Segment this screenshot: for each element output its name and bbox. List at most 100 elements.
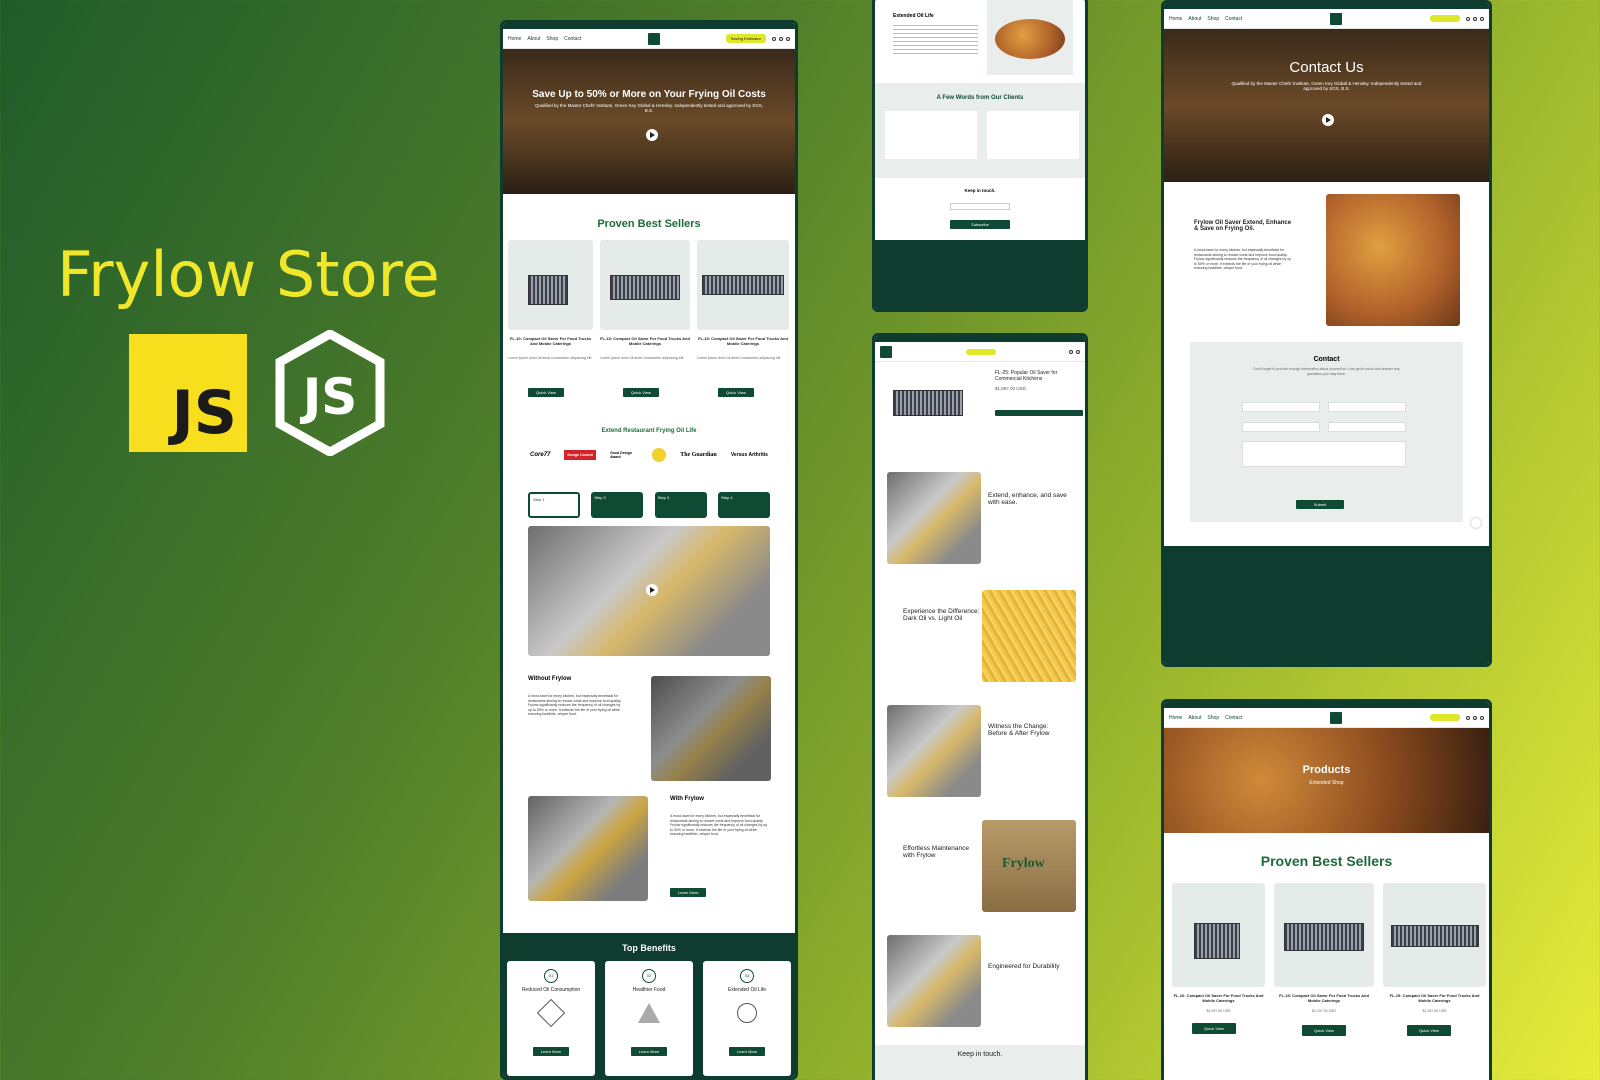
scroll-top-icon[interactable] [1471,518,1481,528]
add-to-cart-button[interactable] [995,410,1083,416]
product-price: $1,337.00 USD [1312,1009,1336,1013]
benefit-card: 01 Reduced Oil Consumption Learn More [507,961,595,1076]
section-photo [887,935,981,1027]
partner-logos: Core77 Design Council Good Design Award … [503,448,795,462]
play-icon[interactable] [1322,114,1334,126]
step-tab-1[interactable]: Step 1 [528,492,580,518]
benefit-number: 03 [740,969,754,983]
without-body: A must-have for every kitchen, but espec… [528,694,622,717]
without-title: Without Frylow [528,676,572,682]
quick-view-button[interactable]: Quick View [718,388,754,397]
quick-view-button[interactable]: Quick View [528,388,564,397]
product-name[interactable]: FL-15: Compact Oil Saver For Food Trucks… [600,336,690,346]
nav-contact[interactable]: Contact [1225,715,1242,721]
nav-home[interactable]: Home [1169,715,1182,721]
brand-logo[interactable] [647,32,660,45]
product-price: $1,397.00 USD [1422,1009,1447,1013]
about-page-preview: Extended Oil Life A Few Words from Our C… [872,0,1088,312]
triangle-icon [638,1003,660,1023]
partner-guardian: The Guardian [680,452,717,458]
keep-in-touch-title: Keep in touch. [957,1051,1003,1058]
product-name[interactable]: FL-15: Compact Oil Saver For Food Trucks… [697,336,789,346]
saving-estimator-button[interactable] [1430,15,1460,22]
saving-estimator-button[interactable] [1430,714,1460,721]
quick-view-button[interactable]: Quick View [623,388,659,397]
nav-shop[interactable]: Shop [546,36,558,42]
learn-more-button[interactable]: Learn More [728,1047,766,1056]
search-icon[interactable] [1466,16,1470,21]
frylow-box-photo: Frylow [982,820,1076,912]
product-name[interactable]: FL-15: Compact Oil Saver For Food Trucks… [1383,993,1486,1003]
brand-logo[interactable] [880,345,892,358]
box-brand-text: Frylow [1002,856,1045,871]
nav-contact[interactable]: Contact [1225,16,1242,22]
user-icon[interactable] [778,36,783,41]
cart-icon[interactable] [785,36,790,41]
intro-title: Frylow Oil Saver Extend, Enhance & Save … [1194,220,1292,232]
brand-logo[interactable] [1330,12,1343,25]
nav-shop[interactable]: Shop [1207,16,1219,22]
benefit-card: 03 Extended Oil Life Learn More [703,961,791,1076]
cart-icon[interactable] [1480,715,1484,720]
product-nav [875,342,1085,362]
nav-contact[interactable]: Contact [564,36,581,42]
learn-more-button[interactable]: Learn More [630,1047,668,1056]
partner-design-council: Design Council [564,450,596,460]
extend-title: Extend Restaurant Frying Oil Life [601,428,697,434]
nav-home[interactable]: Home [1169,16,1182,22]
products-hero-title: Products [1302,764,1351,776]
store-title: Frylow Store [57,238,440,311]
user-icon[interactable] [1473,16,1477,21]
learn-more-button[interactable]: Learn More [532,1047,570,1056]
section-title: Witness the Change: Before & After Frylo… [988,723,1050,737]
saving-estimator-button[interactable]: Saving Estimator [725,34,766,43]
saving-estimator-button[interactable] [965,348,996,355]
product-name[interactable]: FL-15: Compact Oil Saver For Food Trucks… [1274,993,1374,1003]
play-icon[interactable] [646,129,658,141]
subscribe-button[interactable]: Subscribe [950,220,1010,229]
first-name-field[interactable] [1242,402,1320,412]
clients-title: A Few Words from Our Clients [936,95,1024,101]
nav-home[interactable]: Home [508,36,521,42]
steps-tabs: Step 1 Step 2 Step 3 Step 4 [503,492,795,518]
message-field[interactable] [1242,441,1406,467]
section-title: Effortless Maintenance with Frylow [903,845,969,859]
quick-view-button[interactable]: Quick View [1302,1025,1346,1036]
product-desc: Lorem ipsum dolor sit amet consectetur a… [600,356,685,360]
hands-food-photo [1326,194,1460,326]
search-icon[interactable] [1466,715,1470,720]
section-photo [887,705,981,797]
form-subtitle: Don't forget to provide enough informati… [1253,367,1400,376]
about-footer [875,240,1085,309]
nav-about[interactable]: About [527,36,540,42]
user-icon[interactable] [1473,715,1477,720]
product-desc: Lorem ipsum dolor sit amet consectetur a… [697,356,782,360]
product-name[interactable]: FL-10: Compact Oil Saver For Food Trucks… [1172,993,1265,1003]
email-field[interactable] [1242,422,1320,432]
nav-about[interactable]: About [1188,715,1201,721]
quick-view-button[interactable]: Quick View [1192,1023,1236,1034]
product-price: $1,097.00 USD [1206,1009,1231,1013]
learn-more-button[interactable]: Learn More [670,888,707,897]
products-hero-subtitle: Extended Shop [1309,780,1344,786]
partner-core77: Core77 [530,452,551,458]
submit-button[interactable]: Submit [1296,500,1344,509]
nav-shop[interactable]: Shop [1207,715,1219,721]
step-tab-4[interactable]: Step 4 [717,492,770,518]
nav-about[interactable]: About [1188,16,1201,22]
step-tab-3[interactable]: Step 3 [654,492,707,518]
brand-logo[interactable] [1330,711,1343,724]
search-icon[interactable] [771,36,776,41]
quick-view-button[interactable]: Quick View [1407,1025,1451,1036]
product-name[interactable]: FL-10: Compact Oil Saver For Food Trucks… [508,336,593,346]
phone-field[interactable] [1328,422,1406,432]
cart-icon[interactable] [1480,16,1484,21]
products-page-preview: Home About Shop Contact Products Extende… [1161,699,1492,1080]
play-icon[interactable] [646,584,658,596]
step-tab-2[interactable]: Step 2 [591,492,644,518]
cube-icon [536,998,566,1028]
cart-icon[interactable] [1076,349,1080,354]
email-field[interactable] [950,203,1010,210]
last-name-field[interactable] [1328,402,1406,412]
search-icon[interactable] [1069,349,1073,354]
